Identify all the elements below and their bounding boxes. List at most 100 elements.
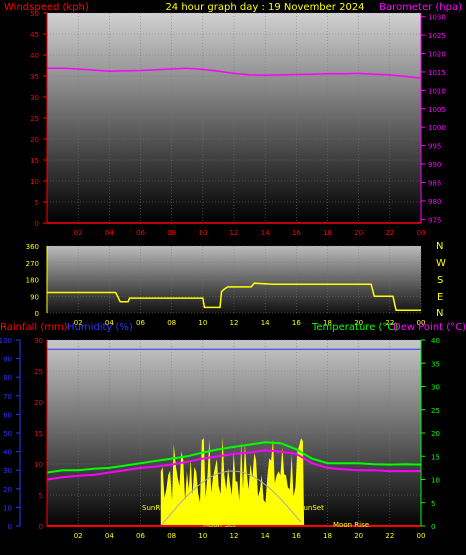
temperature-tick-label: 20 — [431, 430, 440, 438]
direction-tick-label: 360 — [26, 243, 39, 251]
x-tick-label: 00 — [417, 229, 426, 237]
humidity-tick-label: 40 — [3, 449, 12, 457]
direction-label-s: S — [437, 275, 443, 286]
x-tick-label: 06 — [136, 319, 145, 327]
rainfall-tick-label: 30 — [34, 337, 43, 345]
x-tick-label: 06 — [136, 532, 145, 540]
barometer-tick-label: 1000 — [428, 124, 446, 132]
humidity-tick-label: 10 — [3, 504, 12, 512]
x-tick-label: 22 — [385, 532, 394, 540]
barometer-tick-label: 980 — [428, 198, 441, 206]
barometer-tick-label: 1025 — [428, 32, 446, 40]
humidity-tick-label: 60 — [3, 411, 12, 419]
x-tick-label: 18 — [323, 229, 332, 237]
x-tick-label: 10 — [198, 319, 207, 327]
barometer-tick-label: 995 — [428, 143, 441, 151]
x-tick-label: 08 — [167, 229, 176, 237]
rainfall-tick-label: 25 — [34, 368, 43, 376]
dewpoint-axis-title: Dew Point (°C) — [393, 322, 466, 333]
windspeed-tick-label: 35 — [30, 73, 39, 81]
weather-graphs: 02 04 06 08 10 12 14 16 18 20 22 000510152025303540… — [0, 2, 466, 540]
x-tick-label: 16 — [292, 229, 301, 237]
x-tick-label: 04 — [105, 532, 114, 540]
x-tick-label: 02 — [74, 532, 83, 540]
direction-tick-label: 270 — [26, 260, 39, 268]
temperature-tick-label: 5 — [431, 500, 435, 508]
direction-tick-label: 180 — [26, 277, 39, 285]
temperature-tick-label: 25 — [431, 407, 440, 415]
temperature-tick-label: 10 — [431, 477, 440, 485]
x-tick-label: 10 — [198, 532, 207, 540]
x-tick-label: 02 — [74, 229, 83, 237]
windspeed-axis-title: Windspeed (kph) — [4, 2, 89, 13]
x-tick-label: 14 — [261, 319, 270, 327]
barometer-tick-label: 985 — [428, 179, 441, 187]
humidity-tick-label: 90 — [3, 356, 12, 364]
temperature-tick-label: 15 — [431, 453, 440, 461]
x-tick-label: 16 — [292, 319, 301, 327]
windspeed-tick-label: 15 — [30, 157, 39, 165]
x-tick-label: 14 — [261, 229, 270, 237]
x-tick-label: 08 — [167, 532, 176, 540]
x-tick-label: 22 — [385, 229, 394, 237]
humidity-tick-label: 80 — [3, 374, 12, 382]
direction-label-w: W — [436, 258, 446, 269]
sunset-label: SunSet — [299, 504, 324, 512]
temperature-tick-label: 35 — [431, 360, 440, 368]
moonrise-label: Moon Rise — [333, 521, 369, 529]
x-tick-label: 10 — [198, 229, 207, 237]
x-tick-label: 12 — [230, 229, 239, 237]
x-tick-label: 12 — [230, 532, 239, 540]
x-tick-label: 00 — [417, 532, 426, 540]
rainfall-tick-label: 10 — [34, 461, 43, 469]
direction-label-e: E — [437, 292, 443, 303]
barometer-tick-label: 1030 — [428, 14, 446, 22]
temperature-tick-label: 0 — [431, 523, 435, 531]
rainfall-axis-title: Rainfall (mm) — [0, 322, 68, 333]
rainfall-tick-label: 0 — [39, 523, 43, 531]
windspeed-tick-label: 45 — [30, 31, 39, 39]
windspeed-tick-label: 0 — [35, 220, 39, 228]
x-tick-label: 14 — [261, 532, 270, 540]
temperature-tick-label: 30 — [431, 384, 440, 392]
rainfall-tick-label: 15 — [34, 430, 43, 438]
direction-tick-label: 0 — [35, 310, 39, 318]
x-tick-label: 08 — [167, 319, 176, 327]
sunrise-label: SunRise — [142, 504, 170, 512]
windspeed-tick-label: 5 — [35, 199, 39, 207]
x-tick-label: 12 — [230, 319, 239, 327]
humidity-tick-label: 0 — [8, 523, 12, 531]
humidity-tick-label: 30 — [3, 467, 12, 475]
humidity-tick-label: 100 — [0, 337, 12, 345]
humidity-axis-title: Humidity (%) — [67, 322, 133, 333]
barometer-tick-label: 975 — [428, 216, 441, 224]
x-tick-label: 20 — [354, 532, 363, 540]
x-tick-label: 18 — [323, 532, 332, 540]
temperature-axis-title: Temperature (°C) — [311, 322, 398, 333]
x-tick-label: 06 — [136, 229, 145, 237]
rainfall-tick-label: 20 — [34, 399, 43, 407]
x-tick-label: 16 — [292, 532, 301, 540]
humidity-tick-label: 20 — [3, 486, 12, 494]
x-tick-label: 04 — [105, 229, 114, 237]
windspeed-tick-label: 30 — [30, 94, 39, 102]
humidity-tick-label: 50 — [3, 430, 12, 438]
x-tick-label: 20 — [354, 229, 363, 237]
barometer-tick-label: 1020 — [428, 51, 446, 59]
barometer-axis-title: Barometer (hpa) — [379, 2, 462, 13]
rainfall-tick-label: 5 — [39, 492, 43, 500]
temperature-tick-label: 40 — [431, 337, 440, 345]
windspeed-tick-label: 20 — [30, 136, 39, 144]
direction-tick-label: 90 — [30, 293, 39, 301]
direction-label-n-top: N — [436, 241, 443, 252]
direction-label-n-bottom: N — [436, 308, 443, 319]
barometer-tick-label: 990 — [428, 161, 441, 169]
windspeed-tick-label: 25 — [30, 115, 39, 123]
barometer-tick-label: 1005 — [428, 106, 446, 114]
windspeed-tick-label: 40 — [30, 52, 39, 60]
chart-title: 24 hour graph day : 19 November 2024 — [165, 2, 364, 13]
humidity-tick-label: 70 — [3, 393, 12, 401]
windspeed-tick-label: 10 — [30, 178, 39, 186]
barometer-tick-label: 1010 — [428, 87, 446, 95]
moonset-label: Moon Set — [203, 521, 236, 529]
